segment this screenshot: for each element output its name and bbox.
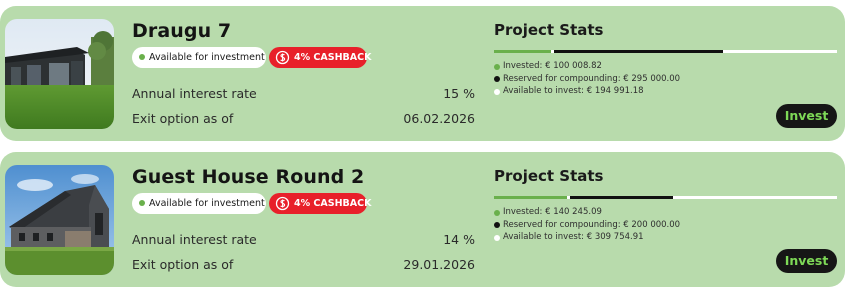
cashback-coin-icon: [275, 50, 290, 65]
funding-progress-bar: [494, 50, 837, 53]
cashback-coin-icon: [275, 196, 290, 211]
project-card: Draugu 7 Available for investment 4% CAS…: [0, 6, 845, 141]
interest-rate-label: Annual interest rate: [132, 232, 257, 247]
status-label: Available for investment: [149, 198, 265, 209]
reserved-dot: [494, 222, 500, 228]
legend-available: Available to invest: € 194 991.18: [494, 85, 680, 98]
cashback-badge: 4% CASHBACK: [269, 193, 371, 214]
legend-invested: Invested: € 140 245.09: [494, 206, 680, 219]
status-dot: [139, 54, 145, 60]
available-dot: [494, 88, 500, 95]
interest-rate-label: Annual interest rate: [132, 86, 257, 101]
exit-option-value: 29.01.2026: [403, 257, 475, 272]
available-dot: [494, 234, 500, 241]
progress-available-segment: [676, 196, 837, 199]
cashback-badge: 4% CASHBACK: [269, 47, 371, 68]
progress-invested-segment: [494, 196, 567, 199]
progress-reserved-segment: [554, 50, 723, 53]
modern-house-photo: [5, 19, 114, 129]
available-text: Available to invest: € 194 991.18: [503, 86, 644, 96]
stats-title: Project Stats: [494, 21, 604, 39]
exit-option-label: Exit option as of: [132, 111, 234, 126]
funding-progress-bar: [494, 196, 837, 199]
stats-legend: Invested: € 140 245.09 Reserved for comp…: [494, 206, 680, 244]
invested-dot: [494, 63, 500, 70]
project-title[interactable]: Guest House Round 2: [132, 166, 364, 188]
progress-invested-segment: [494, 50, 552, 53]
cashback-label: 4% CASHBACK: [294, 198, 372, 209]
available-text: Available to invest: € 309 754.91: [503, 232, 644, 242]
project-image[interactable]: [5, 165, 114, 275]
reserved-text: Reserved for compounding: € 200 000.00: [503, 219, 681, 230]
legend-reserved: Reserved for compounding: € 295 000.00: [494, 73, 680, 86]
progress-reserved-segment: [569, 196, 674, 199]
status-badge: Available for investment: [132, 193, 266, 214]
invest-button[interactable]: Invest: [776, 249, 837, 273]
invest-button[interactable]: Invest: [776, 104, 837, 128]
stats-title: Project Stats: [494, 167, 604, 185]
interest-rate-value: 14 %: [443, 232, 475, 247]
legend-invested: Invested: € 100 008.82: [494, 60, 680, 73]
legend-available: Available to invest: € 309 754.91: [494, 231, 680, 244]
interest-rate-value: 15 %: [443, 86, 475, 101]
status-badge: Available for investment: [132, 47, 266, 68]
status-dot: [139, 200, 145, 206]
exit-option-value: 06.02.2026: [403, 111, 475, 126]
invested-text: Invested: € 100 008.82: [503, 61, 602, 71]
stats-legend: Invested: € 100 008.82 Reserved for comp…: [494, 60, 680, 98]
invested-text: Invested: € 140 245.09: [503, 207, 602, 217]
invested-dot: [494, 209, 500, 216]
progress-available-segment: [725, 50, 837, 53]
reserved-dot: [494, 76, 500, 82]
legend-reserved: Reserved for compounding: € 200 000.00: [494, 219, 680, 232]
status-label: Available for investment: [149, 52, 265, 63]
project-image[interactable]: [5, 19, 114, 129]
project-card: Guest House Round 2 Available for invest…: [0, 152, 845, 287]
project-title[interactable]: Draugu 7: [132, 20, 231, 42]
reserved-text: Reserved for compounding: € 295 000.00: [503, 73, 681, 84]
exit-option-label: Exit option as of: [132, 257, 234, 272]
guest-house-photo: [5, 165, 114, 275]
cashback-label: 4% CASHBACK: [294, 52, 372, 63]
